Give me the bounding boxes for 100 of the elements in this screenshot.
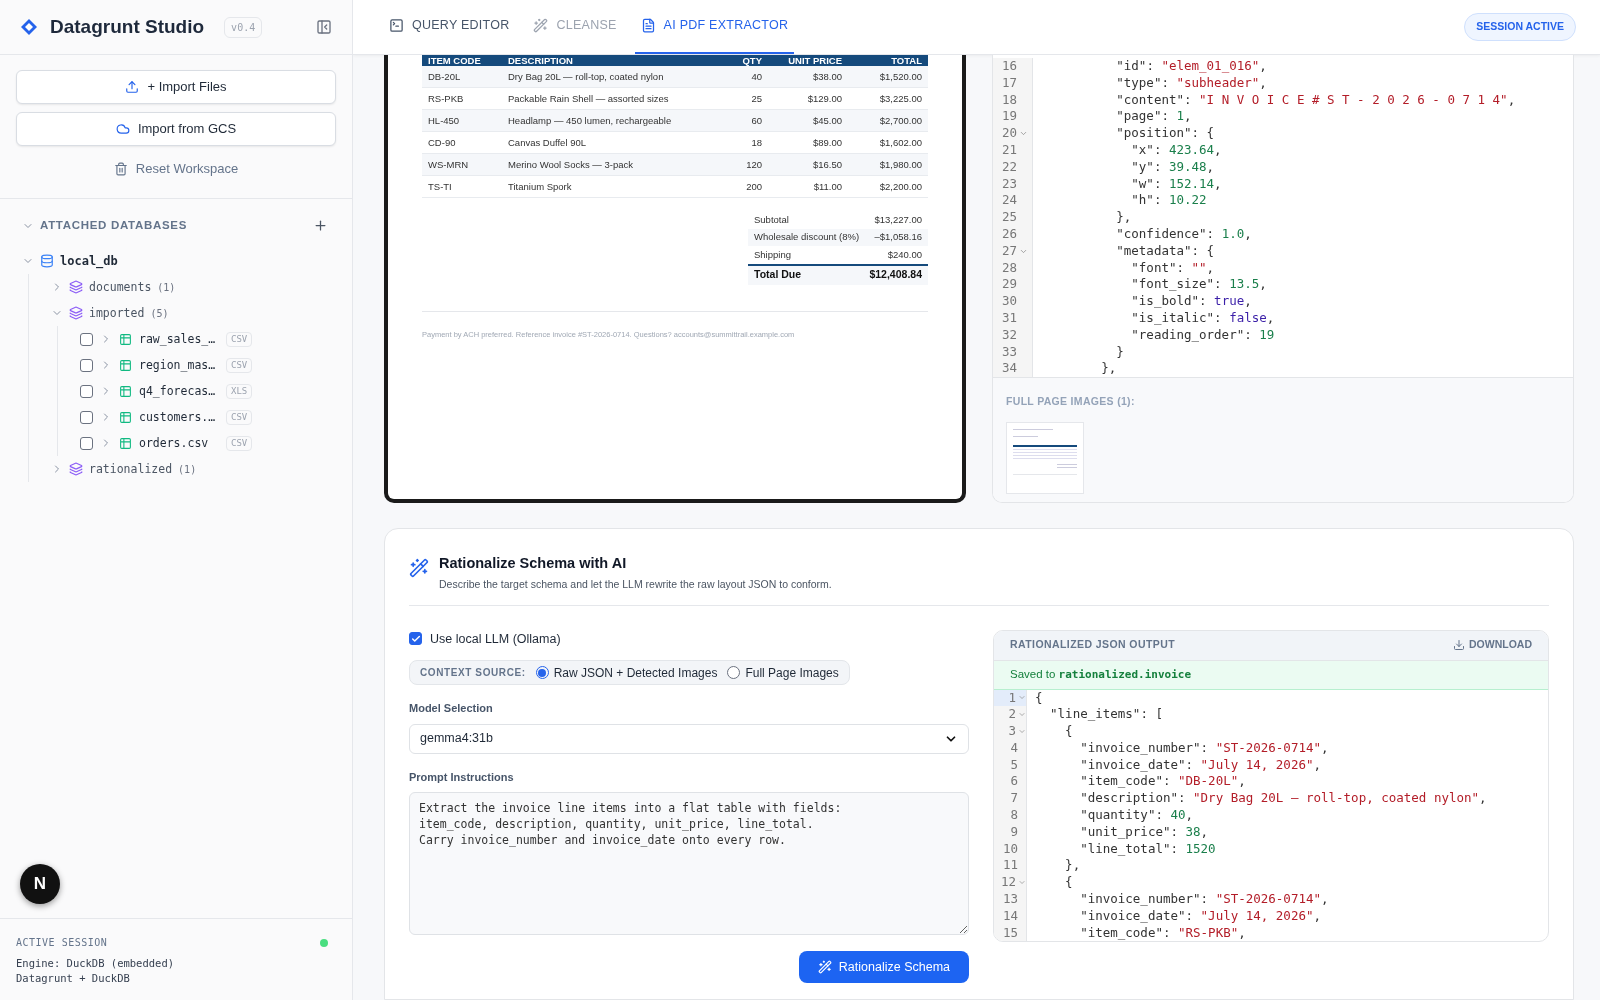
line-number: 30 [1000,293,1017,310]
code-line: "id": "elem_01_016", [1115,58,1268,75]
table-name[interactable]: region_mas… [139,356,219,374]
invoice-cell: $16.50 [768,154,848,176]
code-line: }, [1064,857,1082,875]
model-select[interactable]: gemma4:31b [409,723,969,754]
code-line: "invoice_date": "July 14, 2026", [1079,907,1322,925]
invoice-cell: Dry Bag 20L — roll-top, coated nylon [502,66,718,88]
field-label: Model Selection [409,701,494,717]
table-name[interactable]: orders.csv [139,434,219,452]
line-number: 25 [1000,209,1017,226]
code-line: "position": { [1115,125,1216,142]
code-line: "invoice_number": "ST-2026-0714", [1079,891,1330,908]
cloud-icon [115,122,130,136]
context-radio-option[interactable]: Raw JSON + Detected Images [535,663,718,682]
summary-label: Wholesale discount (8%) [754,230,860,245]
invoice-cell: $1,520.00 [848,66,928,88]
version-tag: v0.4 [224,16,263,38]
session-info: Datagrunt + DuckDB [16,971,131,986]
app-title: Datagrunt Studio [50,14,205,39]
download-button[interactable]: DOWNLOAD [1453,637,1532,653]
code-line: "font": "", [1130,259,1216,277]
table-name[interactable]: raw_sales_… [139,330,219,348]
file-type-tag: XLS [226,383,253,399]
local-llm-checkbox[interactable] [409,632,422,646]
invoice-cell: WS-MRN [422,154,502,176]
code-line: "unit_price": 38, [1079,823,1210,841]
table-name[interactable]: customers.… [139,408,219,426]
line-number: 18 [1000,91,1017,109]
add-database-icon[interactable] [313,218,328,234]
schema-name[interactable]: rationalized [89,460,173,478]
import-button[interactable]: Import from GCS [16,112,336,146]
radio-button[interactable] [727,666,741,680]
line-number: 10 [1001,840,1018,858]
context-radio-option[interactable]: Full Page Images [727,663,839,682]
line-number: 6 [1009,773,1018,791]
line-number: 21 [1000,142,1017,159]
database-name[interactable]: local_db [60,252,118,271]
table-checkbox[interactable] [80,410,93,424]
line-number: 17 [1000,74,1017,92]
code-line: "reading_order": 19 [1130,326,1276,344]
terminal-icon [389,18,404,33]
code-line: "line_items": [ [1049,706,1164,724]
line-number: 15 [1001,924,1018,942]
table-checkbox[interactable] [80,332,93,346]
session-status-badge: SESSION ACTIVE [1464,13,1576,41]
panel-title: RATIONALIZED JSON OUTPUT [1010,637,1176,653]
summary-value: –$1,058.16 [874,230,922,245]
magic-wand-icon [533,18,549,33]
collapse-sidebar-icon[interactable] [316,19,332,35]
schema-name[interactable]: documents [89,278,152,296]
summary-label: Subtotal [754,212,789,227]
page-thumbnail-drawing[interactable] [1006,421,1084,494]
table-name[interactable]: q4_forecas… [139,382,219,400]
reset-workspace-button[interactable]: Reset Workspace [16,154,336,184]
file-type-tag: CSV [226,435,253,451]
line-number: 5 [1009,756,1018,774]
line-number: 34 [1000,360,1017,378]
rationalize-schema-button[interactable]: Rationalize Schema [798,951,969,984]
table-checkbox[interactable] [80,436,93,450]
invoice-column-header: TOTAL [848,55,928,66]
file-type-tag: CSV [226,409,253,425]
dev-indicator-badge[interactable]: N [20,864,60,904]
table-icon [119,410,132,424]
line-number: 26 [1000,225,1017,243]
code-line: "line_total": 1520 [1079,840,1217,858]
summary-value: $13,227.00 [874,212,922,227]
summary-label: Shipping [754,247,791,262]
nav-tab[interactable]: QUERY EDITOR [383,0,516,54]
total-value: $12,408.84 [869,267,922,283]
item-count: (1) [157,280,176,295]
invoice-cell: $1,980.00 [848,154,928,176]
line-number: 2 [1007,706,1016,724]
line-number: 31 [1000,309,1017,327]
prompt-field[interactable]: Extract the invoice line items into a flat table with fields: item_code, description, quantity, unit_price, line_total. Carry invoice_number and invoice_date onto every row. [409,792,969,936]
code-line: } [1115,343,1125,361]
line-number: 7 [1009,790,1018,808]
invoice-cell: Headlamp — 450 lumen, rechargeable [502,110,718,132]
table-checkbox[interactable] [80,384,93,398]
invoice-cell: 60 [718,110,768,132]
checkbox-label: Use local LLM (Ollama) [430,630,561,648]
import-button[interactable]: + Import Files [16,70,336,104]
line-number: 32 [1000,326,1017,344]
invoice-column-header: ITEM CODE [422,55,502,66]
code-line: "content": "I N V O I C E # S T - 2 0 2 6 - 0 7 1 4", [1115,91,1516,109]
download-icon [1453,639,1465,651]
item-count: (1) [178,462,197,477]
line-number: 13 [1001,891,1018,908]
layers-icon [69,280,83,295]
layers-icon [69,462,83,477]
schema-name[interactable]: imported [89,304,145,322]
item-count: (5) [150,306,169,321]
file-type-tag: CSV [226,357,253,373]
layers-icon [69,306,83,321]
section-title: Rationalize Schema with AI [439,554,628,573]
table-checkbox[interactable] [80,358,93,372]
invoice-cell: $45.00 [768,110,848,132]
line-number: 3 [1007,723,1016,740]
table-icon [119,332,132,346]
code-line: }, [1115,209,1133,226]
